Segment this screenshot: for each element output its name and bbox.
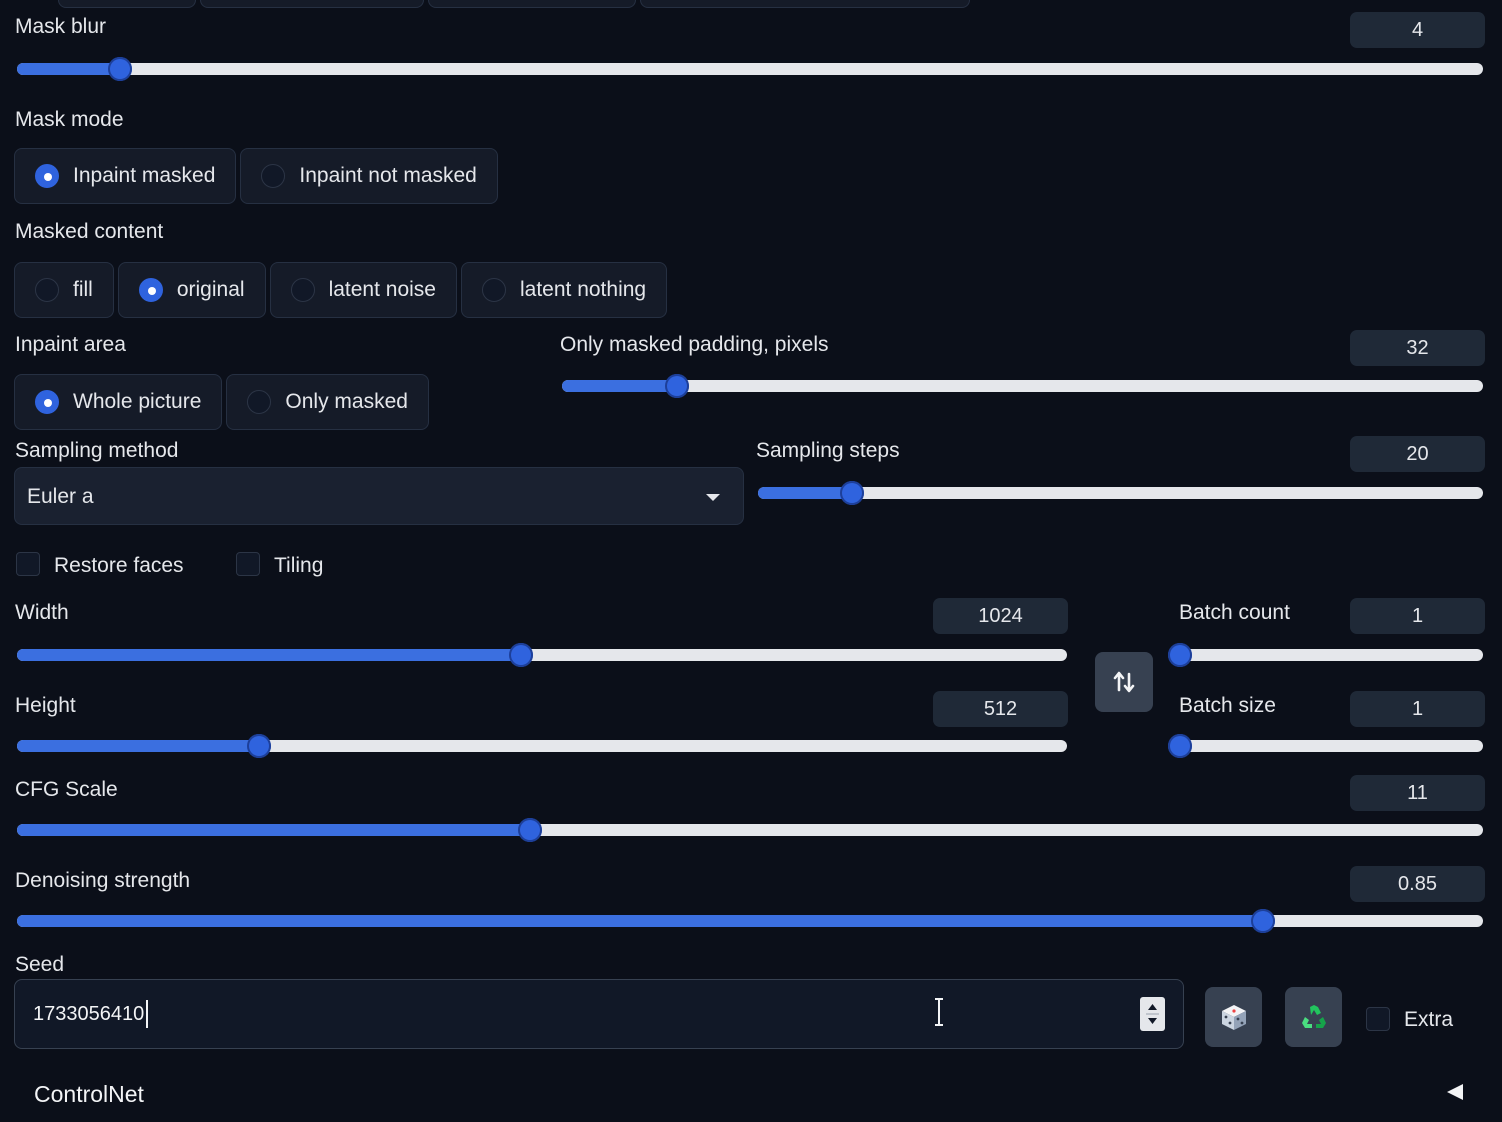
tiling-checkbox[interactable]	[236, 552, 260, 576]
height-slider[interactable]	[17, 733, 1067, 759]
chevron-down-icon	[706, 494, 720, 501]
random-seed-button[interactable]	[1205, 987, 1262, 1047]
batch-size-slider[interactable]	[1168, 733, 1483, 759]
top-button-edge-2	[200, 0, 424, 8]
batch-count-slider[interactable]	[1168, 642, 1483, 668]
sampling-method-label: Sampling method	[15, 439, 179, 462]
seed-input[interactable]: 1733056410	[14, 979, 1184, 1049]
cfg-scale-slider-thumb[interactable]	[518, 818, 543, 842]
only-masked-padding-slider-thumb[interactable]	[665, 374, 690, 398]
denoising-strength-slider[interactable]	[17, 908, 1483, 934]
restore-faces-label[interactable]: Restore faces	[54, 555, 184, 576]
sampling-method-value: Euler a	[27, 485, 94, 508]
mask-mode-label: Mask mode	[15, 108, 124, 131]
height-label: Height	[15, 694, 76, 717]
mask-blur-slider[interactable]	[17, 56, 1483, 82]
top-button-edge-3	[428, 0, 636, 8]
width-slider[interactable]	[17, 642, 1067, 668]
swap-dimensions-icon	[1113, 671, 1135, 693]
radio-button[interactable]	[35, 278, 59, 302]
triangle-left-icon[interactable]	[1445, 1082, 1465, 1102]
masked-content-option[interactable]: original	[117, 262, 266, 318]
radio-label: Inpaint masked	[73, 164, 216, 187]
controlnet-accordion-header[interactable]: ControlNet	[0, 1068, 1502, 1122]
only-masked-padding-value[interactable]: 32	[1350, 330, 1485, 366]
stepper-arrows-icon	[1146, 1004, 1159, 1024]
denoising-strength-slider-thumb[interactable]	[1251, 909, 1276, 933]
dice-icon	[1221, 1005, 1246, 1030]
reuse-seed-button[interactable]	[1285, 987, 1342, 1047]
radio-button[interactable]	[290, 278, 315, 302]
mask-blur-value[interactable]: 4	[1350, 12, 1485, 48]
radio-label: original	[176, 278, 245, 301]
inpaint-area-option[interactable]: Whole picture	[14, 374, 223, 430]
masked-content-group: fill original latent noise latent nothing	[14, 262, 668, 318]
extra-label[interactable]: Extra	[1404, 1009, 1453, 1030]
mask-blur-slider-thumb[interactable]	[107, 57, 132, 81]
controlnet-label: ControlNet	[34, 1081, 144, 1107]
batch-size-label: Batch size	[1179, 694, 1276, 717]
width-value[interactable]: 1024	[933, 598, 1068, 634]
radio-button[interactable]	[35, 390, 59, 414]
width-label: Width	[15, 601, 69, 624]
masked-content-option[interactable]: latent noise	[269, 262, 457, 318]
sampling-steps-label: Sampling steps	[756, 439, 900, 462]
cfg-scale-slider[interactable]	[17, 817, 1483, 843]
swap-dimensions-button[interactable]	[1095, 652, 1153, 712]
batch-size-value[interactable]: 1	[1350, 691, 1485, 727]
seed-label: Seed	[15, 953, 65, 976]
tiling-label[interactable]: Tiling	[274, 555, 323, 576]
mask-blur-label: Mask blur	[15, 15, 107, 38]
denoising-strength-label: Denoising strength	[15, 869, 191, 892]
radio-label: Only masked	[285, 390, 408, 413]
radio-button[interactable]	[261, 164, 286, 188]
sampling-steps-slider-thumb[interactable]	[840, 481, 865, 505]
cfg-scale-label: CFG Scale	[15, 778, 118, 801]
radio-label: Whole picture	[73, 390, 202, 413]
masked-content-option[interactable]: latent nothing	[460, 262, 668, 318]
batch-count-slider-thumb[interactable]	[1168, 643, 1192, 667]
inpaint-area-option[interactable]: Only masked	[226, 374, 429, 430]
text-caret	[146, 1000, 148, 1028]
text-cursor-icon	[935, 998, 943, 1026]
sampling-steps-value[interactable]: 20	[1350, 436, 1485, 472]
only-masked-padding-label: Only masked padding, pixels	[560, 333, 829, 356]
masked-content-label: Masked content	[15, 220, 164, 243]
only-masked-padding-slider[interactable]	[562, 373, 1483, 399]
masked-content-option[interactable]: fill	[14, 262, 114, 318]
radio-button[interactable]	[35, 164, 59, 188]
batch-size-slider-thumb[interactable]	[1168, 734, 1192, 758]
radio-label: latent noise	[328, 278, 436, 301]
recycle-icon	[1301, 1005, 1326, 1028]
restore-faces-checkbox[interactable]	[16, 552, 40, 576]
height-value[interactable]: 512	[933, 691, 1068, 727]
inpaint-area-group: Whole picture Only masked	[14, 374, 429, 430]
radio-label: Inpaint not masked	[299, 164, 477, 187]
top-button-edge-4	[640, 0, 970, 8]
radio-label: fill	[73, 278, 93, 301]
radio-button[interactable]	[138, 278, 163, 302]
mask-mode-option[interactable]: Inpaint not masked	[240, 148, 498, 204]
radio-button[interactable]	[247, 390, 272, 414]
sampling-steps-slider[interactable]	[758, 480, 1483, 506]
extra-checkbox[interactable]	[1366, 1007, 1390, 1031]
top-button-edge-1	[58, 0, 196, 8]
width-slider-thumb[interactable]	[509, 643, 533, 667]
radio-label: latent nothing	[519, 278, 647, 301]
batch-count-value[interactable]: 1	[1350, 598, 1485, 634]
denoising-strength-value[interactable]: 0.85	[1350, 866, 1485, 902]
inpaint-area-label: Inpaint area	[15, 333, 126, 356]
cfg-scale-value[interactable]: 11	[1350, 775, 1485, 811]
seed-value: 1733056410	[33, 1003, 145, 1025]
mask-mode-group: Inpaint masked Inpaint not masked	[14, 148, 498, 204]
mask-mode-option[interactable]: Inpaint masked	[14, 148, 237, 204]
seed-stepper[interactable]	[1140, 997, 1165, 1031]
radio-button[interactable]	[481, 278, 506, 302]
batch-count-label: Batch count	[1179, 601, 1290, 624]
sampling-method-dropdown[interactable]: Euler a	[14, 467, 744, 525]
height-slider-thumb[interactable]	[246, 734, 271, 758]
